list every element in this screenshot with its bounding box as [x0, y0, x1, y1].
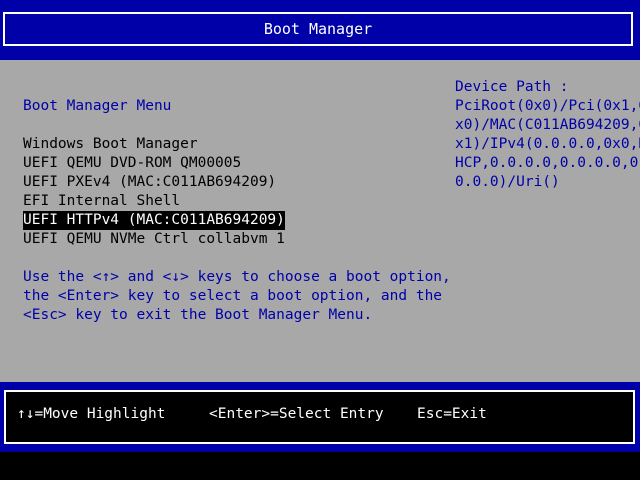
key-help-box: ↑↓=Move Highlight <Enter>=Select Entry E…	[4, 390, 635, 444]
select-entry-hint: <Enter>=Select Entry	[209, 406, 384, 422]
instruction-line-1: Use the <↑> and <↓> keys to choose a boo…	[23, 269, 451, 285]
title-bar: Boot Manager	[0, 0, 640, 60]
exit-hint: Esc=Exit	[417, 406, 487, 422]
footer-bar: ↑↓=Move Highlight <Enter>=Select Entry E…	[0, 382, 640, 452]
device-path-line: x1)/IPv4(0.0.0.0,0x0,D	[455, 136, 640, 152]
device-path-line: PciRoot(0x0)/Pci(0x1,0	[455, 98, 640, 114]
boot-option-uefi-httpv4-selected[interactable]: UEFI HTTPv4 (MAC:C011AB694209)	[23, 211, 285, 230]
boot-option-windows-boot-manager[interactable]: Windows Boot Manager	[23, 135, 198, 154]
device-path-label: Device Path :	[455, 79, 569, 95]
device-path-line: 0.0.0)/Uri()	[455, 174, 560, 190]
device-path-line: HCP,0.0.0.0,0.0.0.0,0.	[455, 155, 640, 171]
move-highlight-hint: ↑↓=Move Highlight	[17, 406, 166, 422]
boot-option-uefi-pxev4[interactable]: UEFI PXEv4 (MAC:C011AB694209)	[23, 173, 276, 192]
title-frame: Boot Manager	[3, 12, 633, 46]
menu-title: Boot Manager Menu	[23, 98, 172, 114]
instruction-line-3: <Esc> key to exit the Boot Manager Menu.	[23, 307, 373, 323]
boot-option-efi-internal-shell[interactable]: EFI Internal Shell	[23, 192, 180, 211]
boot-option-uefi-qemu-nvme[interactable]: UEFI QEMU NVMe Ctrl collabvm 1	[23, 230, 285, 249]
device-path-line: x0)/MAC(C011AB694209,0	[455, 117, 640, 133]
boot-option-uefi-qemu-dvd-rom[interactable]: UEFI QEMU DVD-ROM QM00005	[23, 154, 241, 173]
boot-manager-panel: Boot Manager Menu Windows Boot Manager U…	[0, 60, 640, 382]
page-title: Boot Manager	[263, 19, 373, 38]
instruction-line-2: the <Enter> key to select a boot option,…	[23, 288, 443, 304]
